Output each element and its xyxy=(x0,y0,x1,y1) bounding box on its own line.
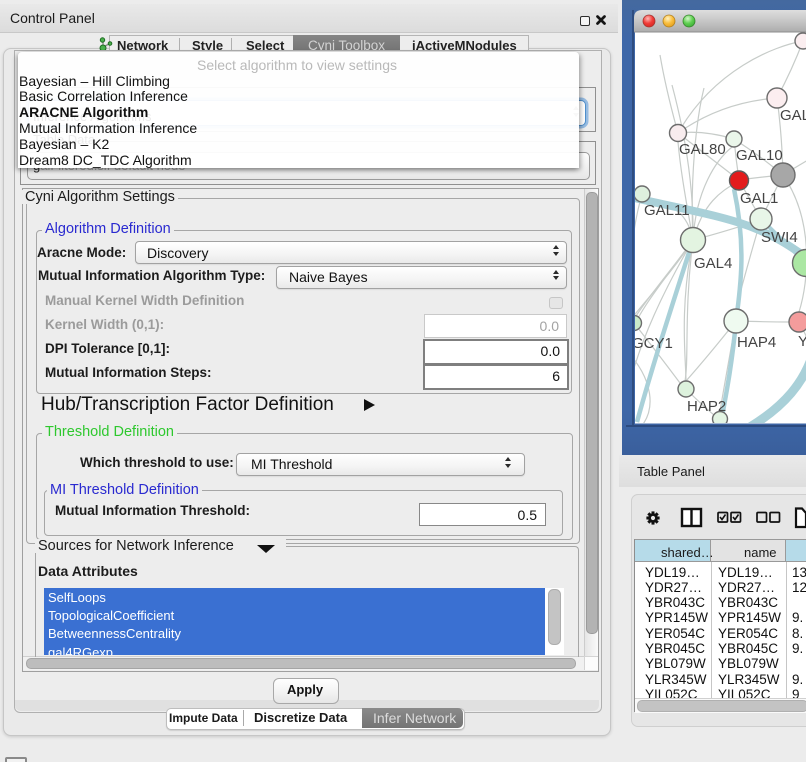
svg-text:GAL4: GAL4 xyxy=(694,255,732,272)
svg-text:Y: Y xyxy=(798,333,806,350)
svg-text:HAP4: HAP4 xyxy=(737,334,776,351)
svg-text:GAL80: GAL80 xyxy=(679,141,726,158)
svg-text:HAP2: HAP2 xyxy=(687,398,726,415)
svg-text:GAL10: GAL10 xyxy=(736,147,783,164)
svg-text:GAL1: GAL1 xyxy=(740,190,778,207)
svg-text:SWI4: SWI4 xyxy=(761,229,798,246)
svg-text:GAL11: GAL11 xyxy=(644,202,690,219)
svg-text:GCY1: GCY1 xyxy=(634,335,673,352)
svg-text:GAL7: GAL7 xyxy=(780,107,806,124)
